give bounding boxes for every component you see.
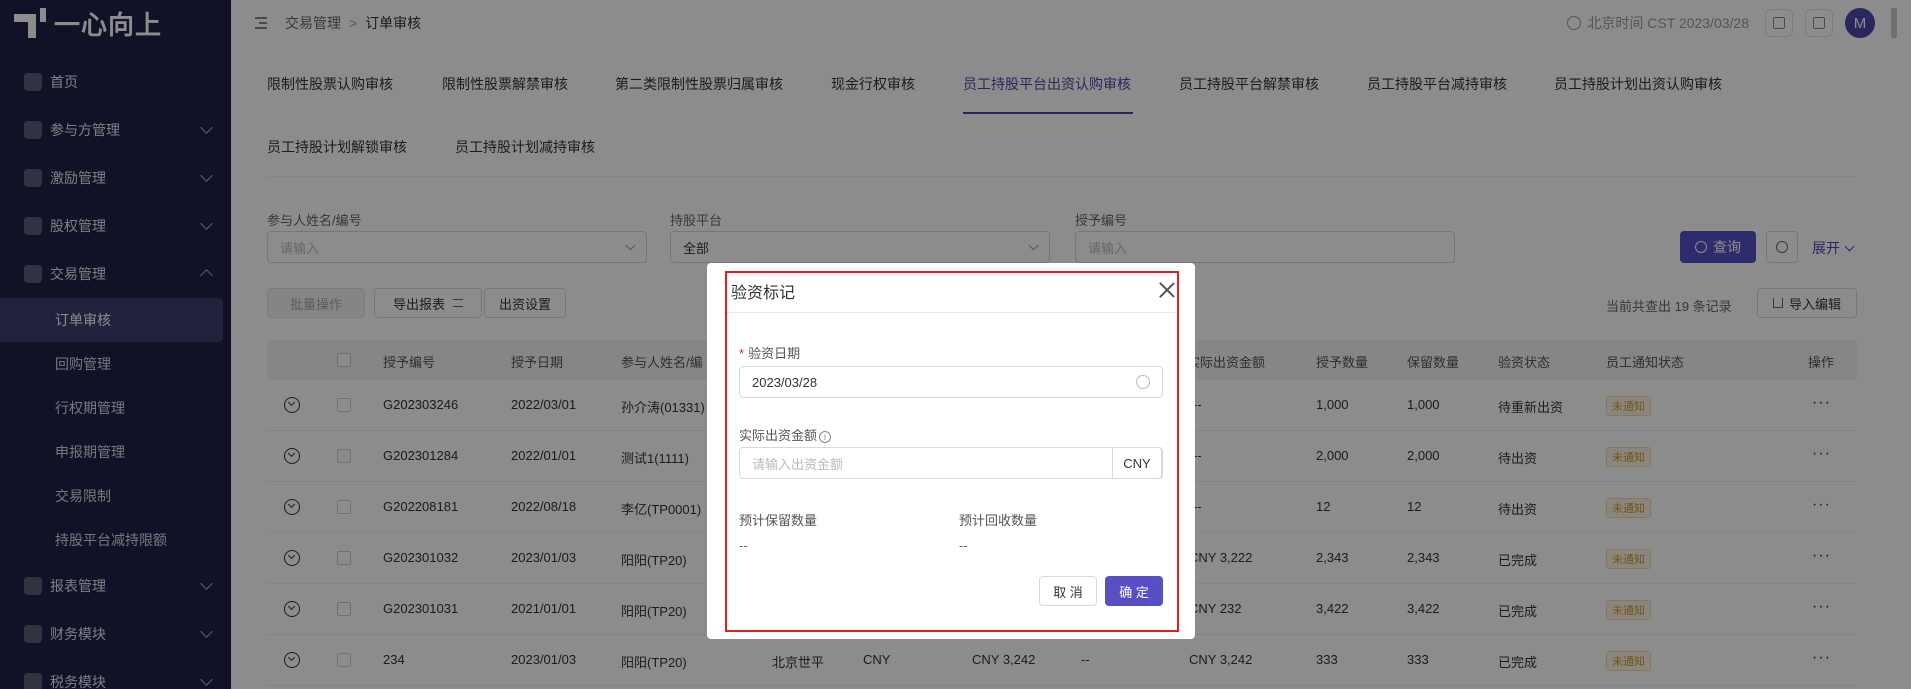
clock-icon (1136, 375, 1150, 389)
expected-retain-value: -- (739, 538, 748, 553)
expected-retain-label: 预计保留数量 (739, 513, 818, 528)
confirm-button[interactable]: 确 定 (1105, 576, 1163, 606)
actual-amount-label: 实际出资金额 i (739, 425, 832, 444)
info-icon[interactable]: i (819, 431, 832, 443)
actual-amount-input[interactable]: 请输入出资金额 CNY (739, 447, 1163, 479)
actual-amount-placeholder: 请输入出资金额 (752, 456, 844, 472)
expected-recover-value: -- (959, 538, 968, 553)
verify-date-input[interactable]: 2023/03/28 (739, 366, 1163, 398)
verify-date-value: 2023/03/28 (752, 374, 818, 390)
verify-date-label: * 验资日期 (739, 343, 800, 362)
confirm-button-label: 确 定 (1119, 584, 1149, 600)
verify-date-label-text: 验资日期 (748, 346, 801, 361)
verification-modal: 验资标记 * 验资日期 2023/03/28 实际出资金额 i 请输入出资金额 CNY… (707, 263, 1195, 639)
required-mark: * (739, 346, 745, 361)
currency-addon: CNY (1112, 447, 1162, 479)
actual-amount-label-text: 实际出资金额 (739, 428, 818, 443)
cancel-button[interactable]: 取 消 (1039, 576, 1097, 606)
cancel-button-label: 取 消 (1053, 584, 1083, 600)
expected-recover-label: 预计回收数量 (959, 513, 1038, 528)
